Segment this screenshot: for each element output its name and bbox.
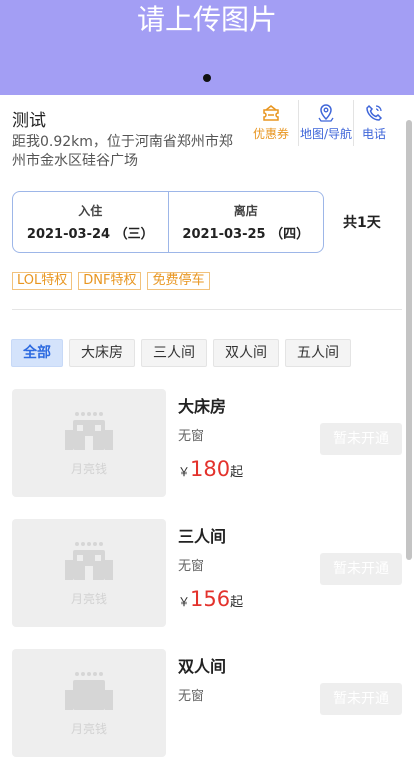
room-name: 大床房 bbox=[178, 397, 227, 416]
checkin-value: 2021-03-24 （三） bbox=[26, 227, 154, 242]
feature-tag: 免费停车 bbox=[147, 272, 210, 290]
checkout-date[interactable]: 离店 2021-03-25 （四） bbox=[167, 192, 324, 252]
room-card[interactable]: 月亮钱 大床房 无窗 ￥180起 暂未开通 bbox=[12, 389, 402, 497]
room-window: 无窗 bbox=[178, 559, 205, 574]
filter-triple[interactable]: 三人间 bbox=[141, 339, 207, 367]
checkout-value: 2021-03-25 （四） bbox=[182, 227, 310, 242]
map-pin-icon bbox=[318, 104, 334, 122]
checkin-label: 入住 bbox=[78, 204, 103, 218]
checkout-label: 离店 bbox=[233, 204, 258, 218]
divider bbox=[12, 309, 402, 310]
carousel-indicator-dot[interactable] bbox=[203, 74, 211, 82]
hotel-name: 测试 bbox=[12, 111, 46, 131]
coupon-label: 优惠券 bbox=[252, 127, 289, 141]
filter-five[interactable]: 五人间 bbox=[285, 339, 351, 367]
price-value: 156 bbox=[190, 587, 231, 611]
map-navigation-label: 地图/导航 bbox=[299, 127, 353, 141]
thumbnail-watermark: 月亮钱 bbox=[70, 721, 107, 736]
room-book-button[interactable]: 暂未开通 bbox=[320, 683, 402, 715]
room-card[interactable]: 月亮钱 双人间 无窗 暂未开通 bbox=[12, 649, 402, 757]
room-thumbnail: 月亮钱 bbox=[12, 649, 166, 757]
scrollbar[interactable] bbox=[406, 120, 412, 560]
coupon-icon bbox=[263, 105, 279, 121]
price-suffix: 起 bbox=[230, 465, 244, 480]
nights-count: 共1天 bbox=[343, 215, 381, 231]
price-currency: ￥ bbox=[178, 465, 191, 479]
coupon-button[interactable]: 优惠券 bbox=[244, 100, 299, 146]
checkin-date[interactable]: 入住 2021-03-24 （三） bbox=[13, 192, 168, 252]
room-type-filters: 全部 大床房 三人间 双人间 五人间 bbox=[11, 339, 351, 367]
feature-tag: DNF特权 bbox=[78, 272, 142, 290]
room-price: ￥156起 bbox=[178, 587, 243, 611]
hotel-placeholder-icon bbox=[65, 541, 113, 580]
room-name: 三人间 bbox=[178, 527, 227, 546]
thumbnail-watermark: 月亮钱 bbox=[70, 461, 107, 476]
room-price: ￥180起 bbox=[178, 457, 243, 481]
phone-button[interactable]: 电话 bbox=[354, 100, 394, 146]
room-window: 无窗 bbox=[178, 689, 205, 704]
room-thumbnail: 月亮钱 bbox=[12, 519, 166, 627]
thumbnail-watermark: 月亮钱 bbox=[70, 591, 107, 606]
room-name: 双人间 bbox=[178, 657, 227, 676]
room-book-button[interactable]: 暂未开通 bbox=[320, 553, 402, 585]
filter-king-bed[interactable]: 大床房 bbox=[69, 339, 135, 367]
map-navigation-button[interactable]: 地图/导航 bbox=[299, 100, 354, 146]
room-card[interactable]: 月亮钱 三人间 无窗 ￥156起 暂未开通 bbox=[12, 519, 402, 627]
price-value: 180 bbox=[190, 457, 231, 481]
room-book-button[interactable]: 暂未开通 bbox=[320, 423, 402, 455]
room-thumbnail: 月亮钱 bbox=[12, 389, 166, 497]
phone-label: 电话 bbox=[361, 127, 386, 141]
hotel-address: 距我0.92km，位于河南省郑州市郑州市金水区硅谷广场 bbox=[12, 134, 233, 169]
hotel-placeholder-icon bbox=[65, 411, 113, 450]
date-selector[interactable]: 入住 2021-03-24 （三） 离店 2021-03-25 （四） bbox=[12, 191, 324, 253]
feature-tag: LOL特权 bbox=[12, 272, 73, 290]
price-suffix: 起 bbox=[230, 595, 244, 610]
banner-carousel[interactable]: 请上传图片 bbox=[0, 0, 414, 95]
hotel-actions: 优惠券 地图/导航 电话 bbox=[244, 100, 394, 146]
price-currency: ￥ bbox=[178, 595, 191, 609]
banner-placeholder-text: 请上传图片 bbox=[136, 3, 277, 36]
filter-double[interactable]: 双人间 bbox=[213, 339, 279, 367]
filter-all[interactable]: 全部 bbox=[11, 339, 63, 367]
phone-icon bbox=[366, 104, 383, 121]
feature-tags: LOL特权 DNF特权 免费停车 bbox=[12, 272, 210, 290]
room-window: 无窗 bbox=[178, 429, 205, 444]
